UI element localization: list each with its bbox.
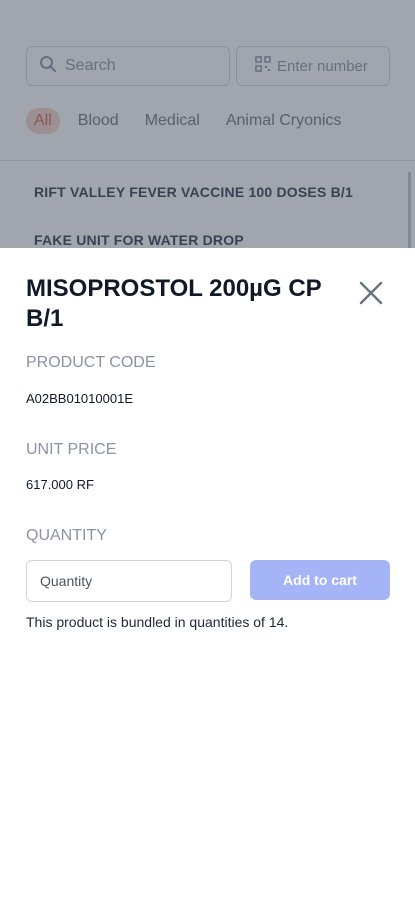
bundle-note: This product is bundled in quantities of… — [26, 614, 289, 630]
product-detail-sheet: MISOPROSTOL 200µG CP B/1 PRODUCT CODE A0… — [0, 248, 415, 900]
close-icon — [356, 281, 386, 312]
product-code-value: A02BB01010001E — [26, 391, 133, 406]
product-code-label: PRODUCT CODE — [26, 354, 156, 371]
unit-price-value: 617.000 RF — [26, 477, 94, 492]
product-title: MISOPROSTOL 200µG CP B/1 — [26, 275, 322, 332]
modal-backdrop[interactable] — [0, 0, 415, 248]
unit-price-label: UNIT PRICE — [26, 441, 117, 458]
quantity-label: QUANTITY — [26, 527, 107, 544]
close-button[interactable] — [356, 278, 386, 308]
add-to-cart-button[interactable]: Add to cart — [250, 560, 390, 600]
quantity-input[interactable] — [26, 560, 232, 602]
